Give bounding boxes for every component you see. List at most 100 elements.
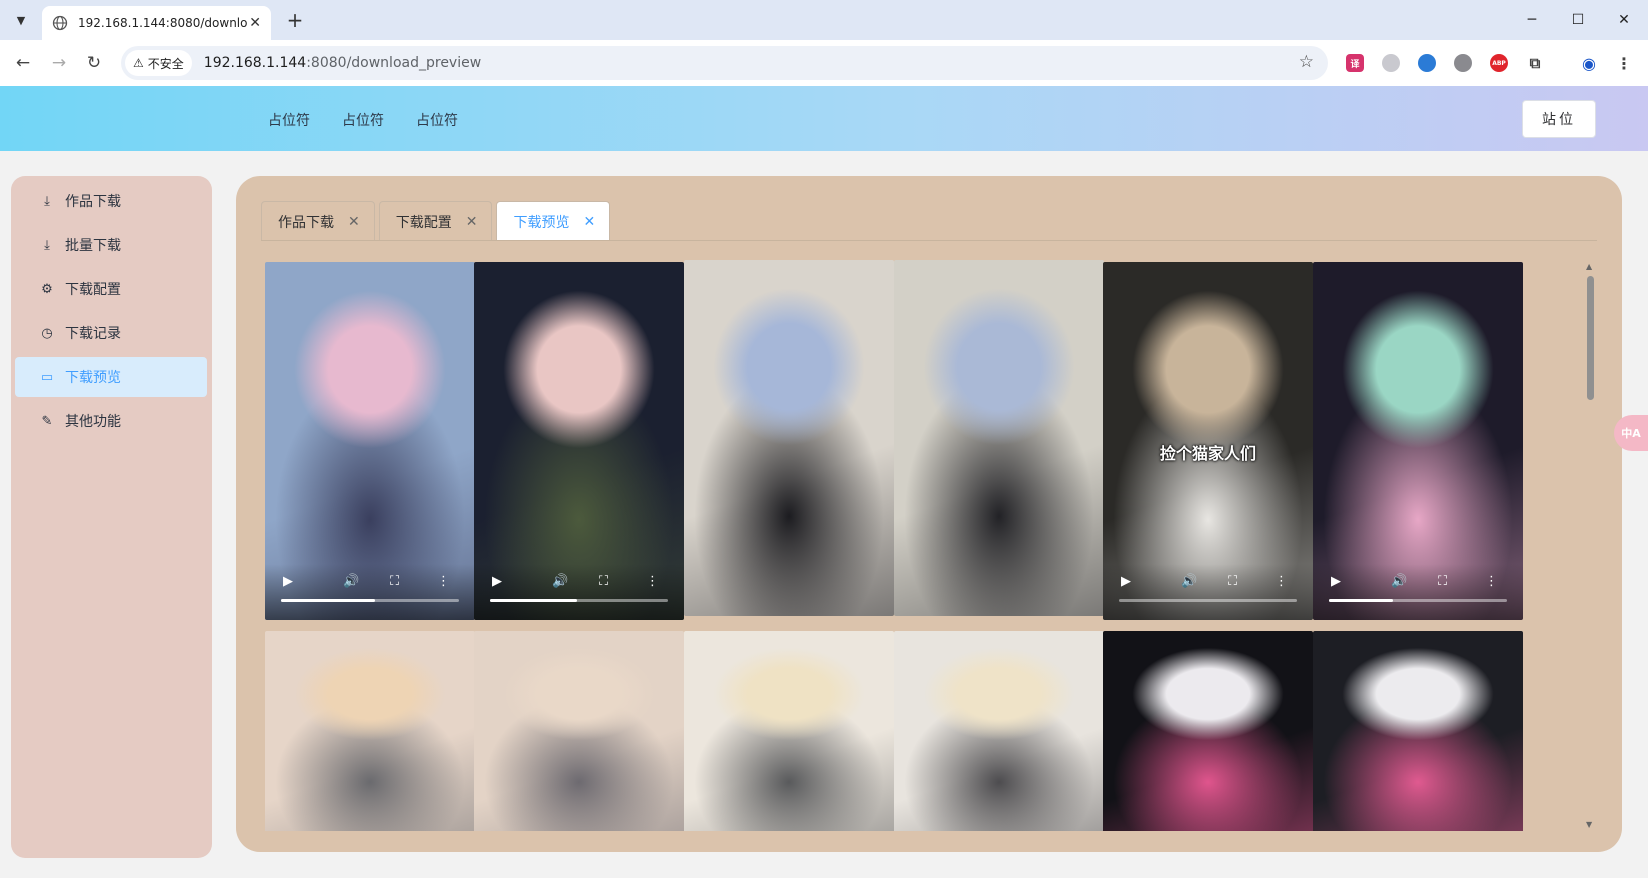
kebab-menu-icon[interactable]: ⋮ bbox=[1615, 54, 1633, 73]
sidebar-item-label: 其他功能 bbox=[65, 414, 121, 430]
header-nav-item[interactable]: 占位符 bbox=[416, 110, 458, 130]
sidebar-item-work-download[interactable]: ⤓ 作品下载 bbox=[15, 181, 207, 221]
header-nav-item[interactable]: 占位符 bbox=[342, 110, 384, 130]
media-thumbnail bbox=[474, 631, 684, 831]
extension-icon[interactable] bbox=[1454, 54, 1472, 72]
media-thumbnail bbox=[1103, 631, 1313, 831]
translate-extension-icon[interactable]: 译 bbox=[1346, 54, 1364, 72]
sidebar-item-label: 作品下载 bbox=[65, 194, 121, 210]
adblock-plus-icon[interactable]: ABP bbox=[1490, 54, 1508, 72]
close-tab-icon[interactable]: ✕ bbox=[249, 15, 261, 31]
grid-scrollbar[interactable]: ▲ ▼ bbox=[1583, 260, 1597, 831]
more-options-icon[interactable]: ⋮ bbox=[1485, 574, 1498, 589]
tab-download-preview[interactable]: 下载预览 ✕ bbox=[496, 201, 611, 241]
globe-icon bbox=[52, 15, 68, 31]
video-preview-card[interactable]: ▶ 🔊 ⛶ ⋮ bbox=[265, 262, 475, 620]
fullscreen-icon[interactable]: ⛶ bbox=[1438, 574, 1447, 589]
fullscreen-icon[interactable]: ⛶ bbox=[1228, 574, 1237, 589]
minimize-window-icon[interactable]: ─ bbox=[1510, 6, 1554, 34]
url-text[interactable]: 192.168.1.144:8080/download_preview bbox=[204, 55, 481, 71]
sidebar: ⤓ 作品下载 ⤓ 批量下载 ⚙ 下载配置 ◷ 下载记录 ▭ 下载预览 ✎ 其他功… bbox=[11, 176, 212, 858]
play-icon[interactable]: ▶ bbox=[1121, 574, 1131, 589]
app-header: 占位符 占位符 占位符 站位 bbox=[0, 86, 1648, 151]
profile-icon[interactable]: ◉ bbox=[1580, 54, 1598, 73]
sidebar-item-download-settings[interactable]: ⚙ 下载配置 bbox=[15, 269, 207, 309]
browser-toolbar: ← → ↻ ⚠ 不安全 192.168.1.144:8080/download_… bbox=[0, 40, 1648, 86]
video-progress-bar[interactable] bbox=[490, 599, 668, 602]
image-preview-card[interactable] bbox=[684, 631, 894, 831]
reload-icon[interactable]: ↻ bbox=[82, 51, 106, 75]
forward-arrow-icon[interactable]: → bbox=[47, 51, 71, 75]
maximize-window-icon[interactable]: ☐ bbox=[1556, 6, 1600, 34]
preview-grid: ▶ 🔊 ⛶ ⋮ ▶ 🔊 ⛶ ⋮ 捡个猫家人们 ▶ 🔊 ⛶ ⋮ ▶ 🔊 ⛶ ⋮ bbox=[265, 260, 1583, 831]
play-icon[interactable]: ▶ bbox=[283, 574, 293, 589]
image-preview-card[interactable] bbox=[1313, 631, 1523, 831]
media-thumbnail bbox=[684, 260, 894, 616]
tab-label: 下载预览 bbox=[513, 214, 570, 231]
video-progress-bar[interactable] bbox=[1119, 599, 1297, 602]
image-preview-card[interactable] bbox=[684, 260, 894, 616]
video-progress-bar[interactable] bbox=[1329, 599, 1507, 602]
sidebar-item-download-preview[interactable]: ▭ 下载预览 bbox=[15, 357, 207, 397]
sidebar-item-label: 批量下载 bbox=[65, 238, 121, 254]
close-window-icon[interactable]: ✕ bbox=[1602, 6, 1646, 34]
image-preview-card[interactable] bbox=[894, 260, 1104, 616]
media-thumbnail bbox=[894, 631, 1104, 831]
security-chip[interactable]: ⚠ 不安全 bbox=[125, 50, 192, 76]
close-tab-icon[interactable]: ✕ bbox=[348, 214, 360, 230]
video-progress-bar[interactable] bbox=[281, 599, 459, 602]
video-progress-fill bbox=[490, 599, 578, 602]
fullscreen-icon[interactable]: ⛶ bbox=[599, 574, 608, 589]
tab-work-download[interactable]: 作品下载 ✕ bbox=[261, 201, 375, 241]
image-preview-card[interactable] bbox=[1103, 631, 1313, 831]
bookmark-star-icon[interactable]: ☆ bbox=[1299, 52, 1314, 72]
new-tab-button[interactable]: + bbox=[283, 8, 307, 32]
sidebar-item-other-features[interactable]: ✎ 其他功能 bbox=[15, 401, 207, 441]
sidebar-item-download-history[interactable]: ◷ 下载记录 bbox=[15, 313, 207, 353]
tab-download-settings[interactable]: 下载配置 ✕ bbox=[378, 201, 493, 241]
close-tab-icon[interactable]: ✕ bbox=[466, 214, 478, 230]
video-controls: ▶ 🔊 ⛶ ⋮ bbox=[265, 564, 475, 620]
close-tab-icon[interactable]: ✕ bbox=[583, 214, 595, 230]
scroll-down-arrow-icon[interactable]: ▼ bbox=[1586, 820, 1592, 829]
back-arrow-icon[interactable]: ← bbox=[11, 51, 35, 75]
image-preview-card[interactable] bbox=[894, 631, 1104, 831]
tab-search-chevron-icon[interactable]: ▼ bbox=[8, 8, 34, 32]
browser-tab[interactable]: 192.168.1.144:8080/download_preview ✕ bbox=[42, 6, 271, 40]
url-host: 192.168.1.144 bbox=[203, 55, 307, 71]
extension-icon[interactable] bbox=[1418, 54, 1436, 72]
image-preview-card[interactable] bbox=[474, 631, 684, 831]
play-icon[interactable]: ▶ bbox=[492, 574, 502, 589]
address-bar[interactable]: ⚠ 不安全 192.168.1.144:8080/download_previe… bbox=[121, 46, 1328, 80]
sidebar-item-batch-download[interactable]: ⤓ 批量下载 bbox=[15, 225, 207, 265]
header-nav-item[interactable]: 占位符 bbox=[268, 110, 310, 130]
scrollbar-thumb[interactable] bbox=[1587, 276, 1594, 400]
video-preview-card[interactable]: ▶ 🔊 ⛶ ⋮ bbox=[1313, 262, 1523, 620]
video-controls: ▶ 🔊 ⛶ ⋮ bbox=[1313, 564, 1523, 620]
play-icon[interactable]: ▶ bbox=[1331, 574, 1341, 589]
tab-label: 下载配置 bbox=[395, 214, 452, 231]
volume-icon[interactable]: 🔊 bbox=[343, 574, 359, 589]
more-options-icon[interactable]: ⋮ bbox=[646, 574, 659, 589]
more-options-icon[interactable]: ⋮ bbox=[1275, 574, 1288, 589]
gear-icon: ⚙ bbox=[41, 281, 53, 297]
page-tabs: 作品下载 ✕ 下载配置 ✕ 下载预览 ✕ bbox=[261, 201, 614, 241]
extension-icon[interactable] bbox=[1382, 54, 1400, 72]
volume-icon[interactable]: 🔊 bbox=[1391, 574, 1407, 589]
browser-tab-title: 192.168.1.144:8080/download_preview bbox=[78, 16, 248, 30]
tabs-divider bbox=[261, 240, 1597, 241]
video-preview-card[interactable]: 捡个猫家人们 ▶ 🔊 ⛶ ⋮ bbox=[1103, 262, 1313, 620]
video-preview-card[interactable]: ▶ 🔊 ⛶ ⋮ bbox=[474, 262, 684, 620]
media-thumbnail bbox=[1313, 631, 1523, 831]
puzzle-extensions-icon[interactable]: ⧉ bbox=[1526, 54, 1544, 72]
image-preview-card[interactable] bbox=[265, 631, 475, 831]
url-path: :8080/download_preview bbox=[306, 55, 482, 71]
volume-icon[interactable]: 🔊 bbox=[1181, 574, 1197, 589]
browser-tab-strip: ▼ 192.168.1.144:8080/download_preview ✕ … bbox=[0, 0, 1648, 40]
translate-float-icon[interactable]: 中A bbox=[1614, 415, 1648, 451]
more-options-icon[interactable]: ⋮ bbox=[437, 574, 450, 589]
volume-icon[interactable]: 🔊 bbox=[552, 574, 568, 589]
fullscreen-icon[interactable]: ⛶ bbox=[390, 574, 399, 589]
header-action-button[interactable]: 站位 bbox=[1522, 100, 1596, 138]
scroll-up-arrow-icon[interactable]: ▲ bbox=[1586, 262, 1592, 271]
